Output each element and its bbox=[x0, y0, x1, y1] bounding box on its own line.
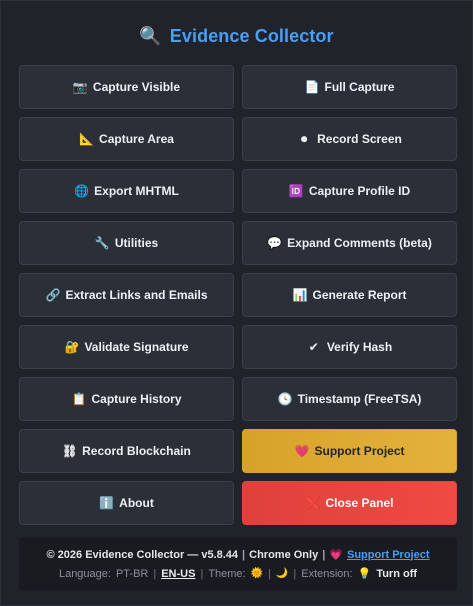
expand-comments-button[interactable]: 💬 Expand Comments (beta) bbox=[242, 221, 457, 265]
evidence-collector-panel: 🔍 Evidence Collector 📷 Capture Visible 📄 Fu… bbox=[0, 0, 473, 606]
support-project-button[interactable]: 💗 Support Project bbox=[242, 429, 457, 473]
button-label: Capture Profile ID bbox=[308, 184, 411, 198]
panel-title: Evidence Collector bbox=[169, 25, 334, 46]
about-button[interactable]: ℹ️ About bbox=[19, 481, 234, 525]
button-label: Full Capture bbox=[324, 80, 395, 94]
extract-links-button[interactable]: 🔗 Extract Links and Emails bbox=[19, 273, 234, 317]
heart-icon: 💗 bbox=[294, 444, 310, 458]
close-x-icon: ❌ bbox=[305, 496, 321, 510]
capture-history-button[interactable]: 📋 Capture History bbox=[19, 377, 234, 421]
action-button-grid: 📷 Capture Visible 📄 Full Capture 📐 Capture Ar… bbox=[19, 65, 457, 525]
footer-separator: | bbox=[293, 567, 297, 580]
triangle-ruler-icon: 📐 bbox=[79, 132, 94, 146]
footer-separator: | bbox=[200, 567, 204, 580]
language-option-en-us[interactable]: EN-US bbox=[161, 568, 195, 580]
lightbulb-icon: 💡 bbox=[357, 568, 372, 580]
button-label: Extract Links and Emails bbox=[65, 288, 208, 302]
button-label: Support Project bbox=[314, 444, 405, 458]
generate-report-button[interactable]: 📊 Generate Report bbox=[242, 273, 457, 317]
checkmark-icon: ✔ bbox=[308, 340, 319, 354]
validate-signature-button[interactable]: 🔐 Validate Signature bbox=[19, 325, 234, 369]
capture-visible-button[interactable]: 📷 Capture Visible bbox=[19, 65, 234, 109]
language-label: Language: bbox=[58, 567, 111, 580]
footer-info-line: © 2026 Evidence Collector — v5.8.44 | Ch… bbox=[46, 548, 430, 562]
panel-header: 🔍 Evidence Collector bbox=[1, 23, 472, 49]
link-icon: 🔗 bbox=[45, 288, 61, 302]
browser-support-text: Chrome Only bbox=[249, 548, 319, 561]
footer-separator: | bbox=[322, 548, 326, 561]
turn-off-extension-link[interactable]: Turn off bbox=[376, 568, 417, 580]
button-label: Timestamp (FreeTSA) bbox=[297, 392, 422, 406]
button-label: Capture History bbox=[91, 392, 182, 406]
full-capture-button[interactable]: 📄 Full Capture bbox=[242, 65, 457, 109]
record-screen-button[interactable]: ⏺ Record Screen bbox=[242, 117, 457, 161]
heart-icon: 💗 bbox=[329, 549, 343, 561]
theme-label: Theme: bbox=[208, 567, 246, 580]
button-label: About bbox=[119, 496, 154, 510]
record-blockchain-button[interactable]: ⛓ Record Blockchain bbox=[19, 429, 234, 473]
footer-separator: | bbox=[268, 567, 271, 580]
footer-separator: | bbox=[242, 548, 246, 561]
button-label: Record Blockchain bbox=[82, 444, 191, 458]
wrench-icon: 🔧 bbox=[94, 236, 110, 250]
button-label: Validate Signature bbox=[84, 340, 189, 354]
footer-settings-line: Language: PT-BR | EN-US | Theme: 🌞 | 🌙 |… bbox=[58, 567, 417, 581]
extension-label: Extension: bbox=[301, 567, 353, 580]
chain-icon: ⛓ bbox=[62, 444, 78, 458]
button-label: Verify Hash bbox=[326, 340, 393, 354]
button-label: Generate Report bbox=[312, 288, 407, 302]
id-icon: 🆔 bbox=[288, 184, 304, 198]
button-label: Capture Visible bbox=[92, 80, 181, 94]
button-label: Capture Area bbox=[99, 132, 174, 146]
button-label: Close Panel bbox=[325, 496, 394, 510]
document-icon: 📄 bbox=[304, 80, 320, 94]
globe-icon: 🌐 bbox=[74, 184, 90, 198]
clipboard-icon: 📋 bbox=[71, 392, 87, 406]
info-icon: ℹ️ bbox=[99, 496, 115, 510]
capture-profile-id-button[interactable]: 🆔 Capture Profile ID bbox=[242, 169, 457, 213]
panel-footer: © 2026 Evidence Collector — v5.8.44 | Ch… bbox=[19, 537, 457, 591]
clock-icon: 🕓 bbox=[277, 392, 293, 406]
sun-icon[interactable]: 🌞 bbox=[251, 568, 263, 579]
button-label: Export MHTML bbox=[94, 184, 179, 198]
camera-icon: 📷 bbox=[72, 80, 88, 94]
capture-area-button[interactable]: 📐 Capture Area bbox=[19, 117, 234, 161]
record-icon: ⏺ bbox=[301, 132, 308, 146]
close-panel-button[interactable]: ❌ Close Panel bbox=[242, 481, 457, 525]
timestamp-button[interactable]: 🕓 Timestamp (FreeTSA) bbox=[242, 377, 457, 421]
copyright-text: © 2026 Evidence Collector — v5.8.44 bbox=[46, 548, 239, 561]
utilities-button[interactable]: 🔧 Utilities bbox=[19, 221, 234, 265]
support-project-link[interactable]: Support Project bbox=[347, 549, 430, 561]
button-label: Record Screen bbox=[317, 132, 402, 146]
button-label: Utilities bbox=[114, 236, 159, 250]
lock-key-icon: 🔐 bbox=[64, 340, 80, 354]
button-label: Expand Comments (beta) bbox=[287, 236, 432, 250]
verify-hash-button[interactable]: ✔ Verify Hash bbox=[242, 325, 457, 369]
footer-separator: | bbox=[153, 567, 157, 580]
bar-chart-icon: 📊 bbox=[292, 288, 308, 302]
magnifier-icon: 🔍 bbox=[139, 26, 162, 46]
export-mhtml-button[interactable]: 🌐 Export MHTML bbox=[19, 169, 234, 213]
speech-bubble-icon: 💬 bbox=[267, 236, 283, 250]
moon-icon[interactable]: 🌙 bbox=[276, 568, 288, 579]
language-option-pt-br[interactable]: PT-BR bbox=[116, 568, 148, 580]
